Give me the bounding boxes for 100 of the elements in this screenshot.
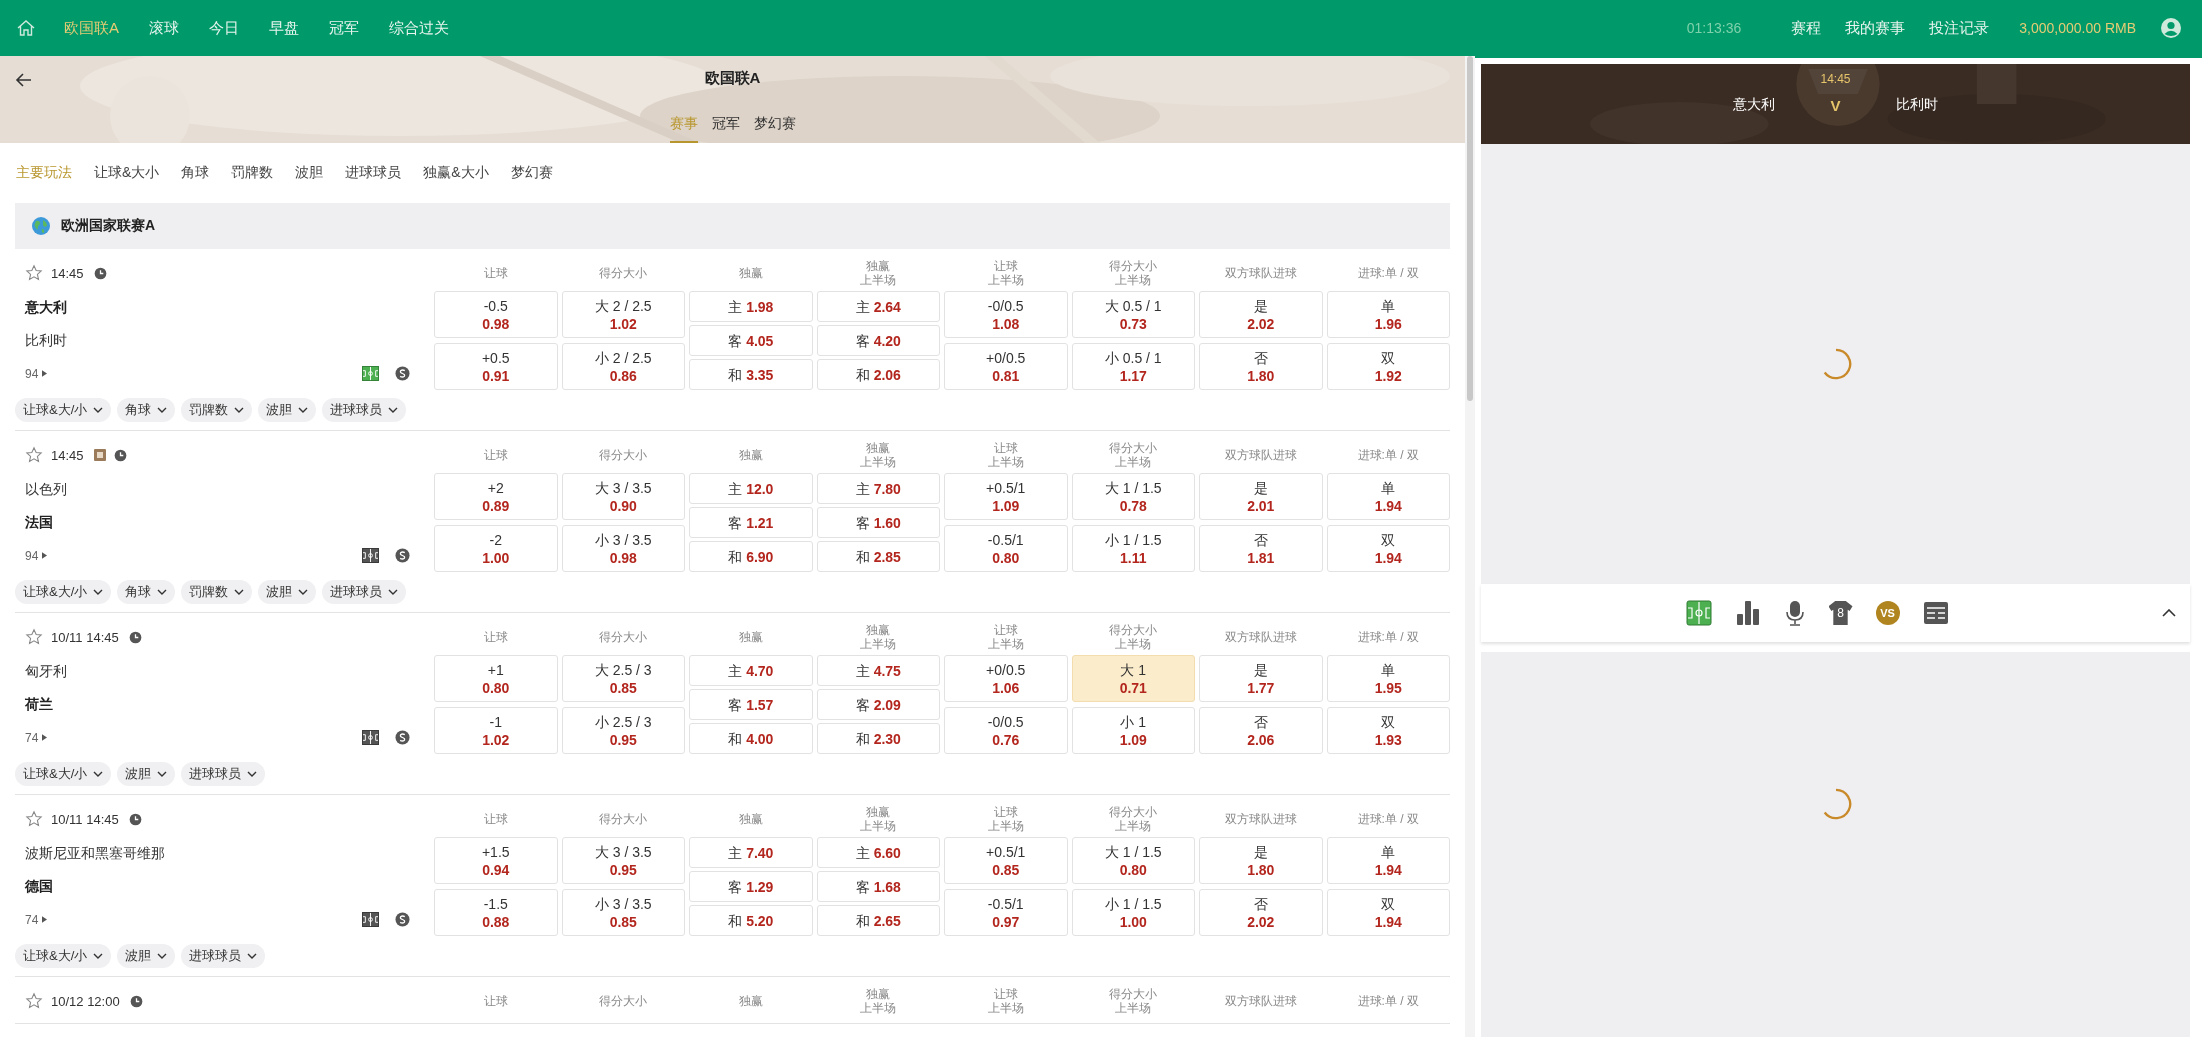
odds-button[interactable]: 大 3 / 3.5 0.90: [561, 473, 685, 520]
market-chip[interactable]: 角球: [117, 398, 176, 422]
odds-button[interactable]: 单 1.94: [1326, 473, 1450, 520]
odds-button[interactable]: 和 3.35: [689, 359, 813, 390]
odds-button[interactable]: 客 2.09: [816, 689, 940, 720]
jersey-icon[interactable]: 8: [1828, 601, 1853, 625]
odds-button[interactable]: 客 4.05: [689, 325, 813, 356]
pitch-icon[interactable]: [362, 912, 379, 927]
odds-button[interactable]: 单 1.95: [1326, 655, 1450, 702]
market-chip[interactable]: 进球球员: [181, 944, 266, 968]
odds-button[interactable]: +0.5/1 0.85: [944, 837, 1068, 884]
market-chip[interactable]: 让球&大/小: [15, 762, 112, 786]
star-icon[interactable]: [25, 446, 43, 464]
odds-button[interactable]: 是 2.01: [1199, 473, 1323, 520]
star-icon[interactable]: [25, 628, 43, 646]
pitch-icon[interactable]: [362, 548, 379, 563]
odds-button[interactable]: 是 1.77: [1199, 655, 1323, 702]
market-count[interactable]: 74: [25, 730, 39, 745]
odds-button[interactable]: 和 2.85: [816, 541, 940, 572]
odds-button[interactable]: 否 2.02: [1199, 889, 1323, 936]
odds-button[interactable]: -0.5/1 0.80: [944, 525, 1068, 572]
coin-icon[interactable]: [395, 730, 410, 745]
pitch-icon[interactable]: [362, 366, 379, 381]
odds-button[interactable]: 主 6.60: [816, 837, 940, 868]
market-tab[interactable]: 角球: [181, 164, 210, 182]
odds-button[interactable]: 和 5.20: [689, 905, 813, 936]
odds-button[interactable]: 大 0.5 / 1 0.73: [1071, 291, 1195, 338]
odds-button[interactable]: 主 12.0: [689, 473, 813, 504]
odds-button[interactable]: -0.5 0.98: [434, 291, 558, 338]
odds-button[interactable]: 单 1.96: [1326, 291, 1450, 338]
odds-button[interactable]: 大 2.5 / 3 0.85: [561, 655, 685, 702]
odds-button[interactable]: 客 4.20: [816, 325, 940, 356]
market-chip[interactable]: 罚牌数: [181, 580, 253, 604]
scoreboard-icon[interactable]: [1922, 601, 1949, 625]
odds-button[interactable]: 和 2.30: [816, 723, 940, 754]
odds-button[interactable]: 大 1 / 1.5 0.80: [1071, 837, 1195, 884]
microphone-icon[interactable]: [1783, 600, 1806, 626]
market-chip[interactable]: 让球&大/小: [15, 580, 112, 604]
scrollbar-thumb[interactable]: [1467, 56, 1473, 401]
market-chip[interactable]: 罚牌数: [181, 398, 253, 422]
odds-button[interactable]: 单 1.94: [1326, 837, 1450, 884]
market-tab[interactable]: 让球&大小: [94, 164, 160, 182]
home-icon[interactable]: [16, 18, 36, 38]
market-tab[interactable]: 梦幻赛: [510, 164, 553, 182]
odds-button[interactable]: 主 7.40: [689, 837, 813, 868]
odds-button[interactable]: 否 1.81: [1199, 525, 1323, 572]
odds-button[interactable]: 和 2.06: [816, 359, 940, 390]
odds-button[interactable]: 主 4.70: [689, 655, 813, 686]
odds-button[interactable]: +0/0.5 0.81: [944, 343, 1068, 390]
star-icon[interactable]: [25, 264, 43, 282]
coin-icon[interactable]: [395, 912, 410, 927]
odds-button[interactable]: 小 0.5 / 1 1.17: [1071, 343, 1195, 390]
odds-button[interactable]: 小 2.5 / 3 0.95: [561, 707, 685, 754]
market-chip[interactable]: 波胆: [117, 762, 176, 786]
odds-button[interactable]: +0.5 0.91: [434, 343, 558, 390]
odds-button[interactable]: +2 0.89: [434, 473, 558, 520]
odds-button[interactable]: 小 2 / 2.5 0.86: [561, 343, 685, 390]
odds-button[interactable]: +0.5/1 1.09: [944, 473, 1068, 520]
odds-button[interactable]: -0.5/1 0.97: [944, 889, 1068, 936]
market-chip[interactable]: 进球球员: [181, 762, 266, 786]
odds-button[interactable]: +1 0.80: [434, 655, 558, 702]
odds-button[interactable]: 双 1.93: [1326, 707, 1450, 754]
bar-chart-icon[interactable]: [1734, 600, 1761, 626]
market-chip[interactable]: 进球球员: [322, 580, 407, 604]
odds-button[interactable]: 和 6.90: [689, 541, 813, 572]
market-tab[interactable]: 罚牌数: [231, 164, 274, 182]
odds-button[interactable]: 小 1 / 1.5 1.00: [1071, 889, 1195, 936]
odds-button[interactable]: 否 2.06: [1199, 707, 1323, 754]
odds-button[interactable]: 客 1.68: [816, 871, 940, 902]
user-icon[interactable]: [2160, 17, 2182, 39]
odds-button[interactable]: 客 1.57: [689, 689, 813, 720]
odds-button[interactable]: 是 1.80: [1199, 837, 1323, 884]
market-chip[interactable]: 角球: [117, 580, 176, 604]
odds-button[interactable]: 双 1.92: [1326, 343, 1450, 390]
odds-button[interactable]: 否 1.80: [1199, 343, 1323, 390]
star-icon[interactable]: [25, 810, 43, 828]
odds-button[interactable]: +1.5 0.94: [434, 837, 558, 884]
star-icon[interactable]: [25, 992, 43, 1010]
odds-button[interactable]: 和 4.00: [689, 723, 813, 754]
odds-button[interactable]: 大 3 / 3.5 0.95: [561, 837, 685, 884]
market-chip[interactable]: 波胆: [258, 580, 317, 604]
coin-icon[interactable]: [395, 548, 410, 563]
section-tab[interactable]: 冠军: [711, 115, 740, 143]
odds-button[interactable]: +0/0.5 1.06: [944, 655, 1068, 702]
odds-button[interactable]: 双 1.94: [1326, 525, 1450, 572]
market-tab[interactable]: 波胆: [295, 164, 324, 182]
odds-button[interactable]: 小 1 / 1.5 1.11: [1071, 525, 1195, 572]
odds-button[interactable]: 主 1.98: [689, 291, 813, 322]
odds-button[interactable]: -0/0.5 0.76: [944, 707, 1068, 754]
odds-button[interactable]: 主 2.64: [816, 291, 940, 322]
odds-button[interactable]: 大 2 / 2.5 1.02: [561, 291, 685, 338]
odds-button[interactable]: 客 1.21: [689, 507, 813, 538]
odds-button[interactable]: -1 1.02: [434, 707, 558, 754]
market-tab[interactable]: 进球球员: [345, 164, 402, 182]
odds-button[interactable]: 是 2.02: [1199, 291, 1323, 338]
section-tab[interactable]: 梦幻赛: [753, 115, 796, 143]
odds-button[interactable]: 主 4.75: [816, 655, 940, 686]
market-tab[interactable]: 独赢&大小: [423, 164, 489, 182]
odds-button[interactable]: 主 7.80: [816, 473, 940, 504]
odds-button[interactable]: -1.5 0.88: [434, 889, 558, 936]
